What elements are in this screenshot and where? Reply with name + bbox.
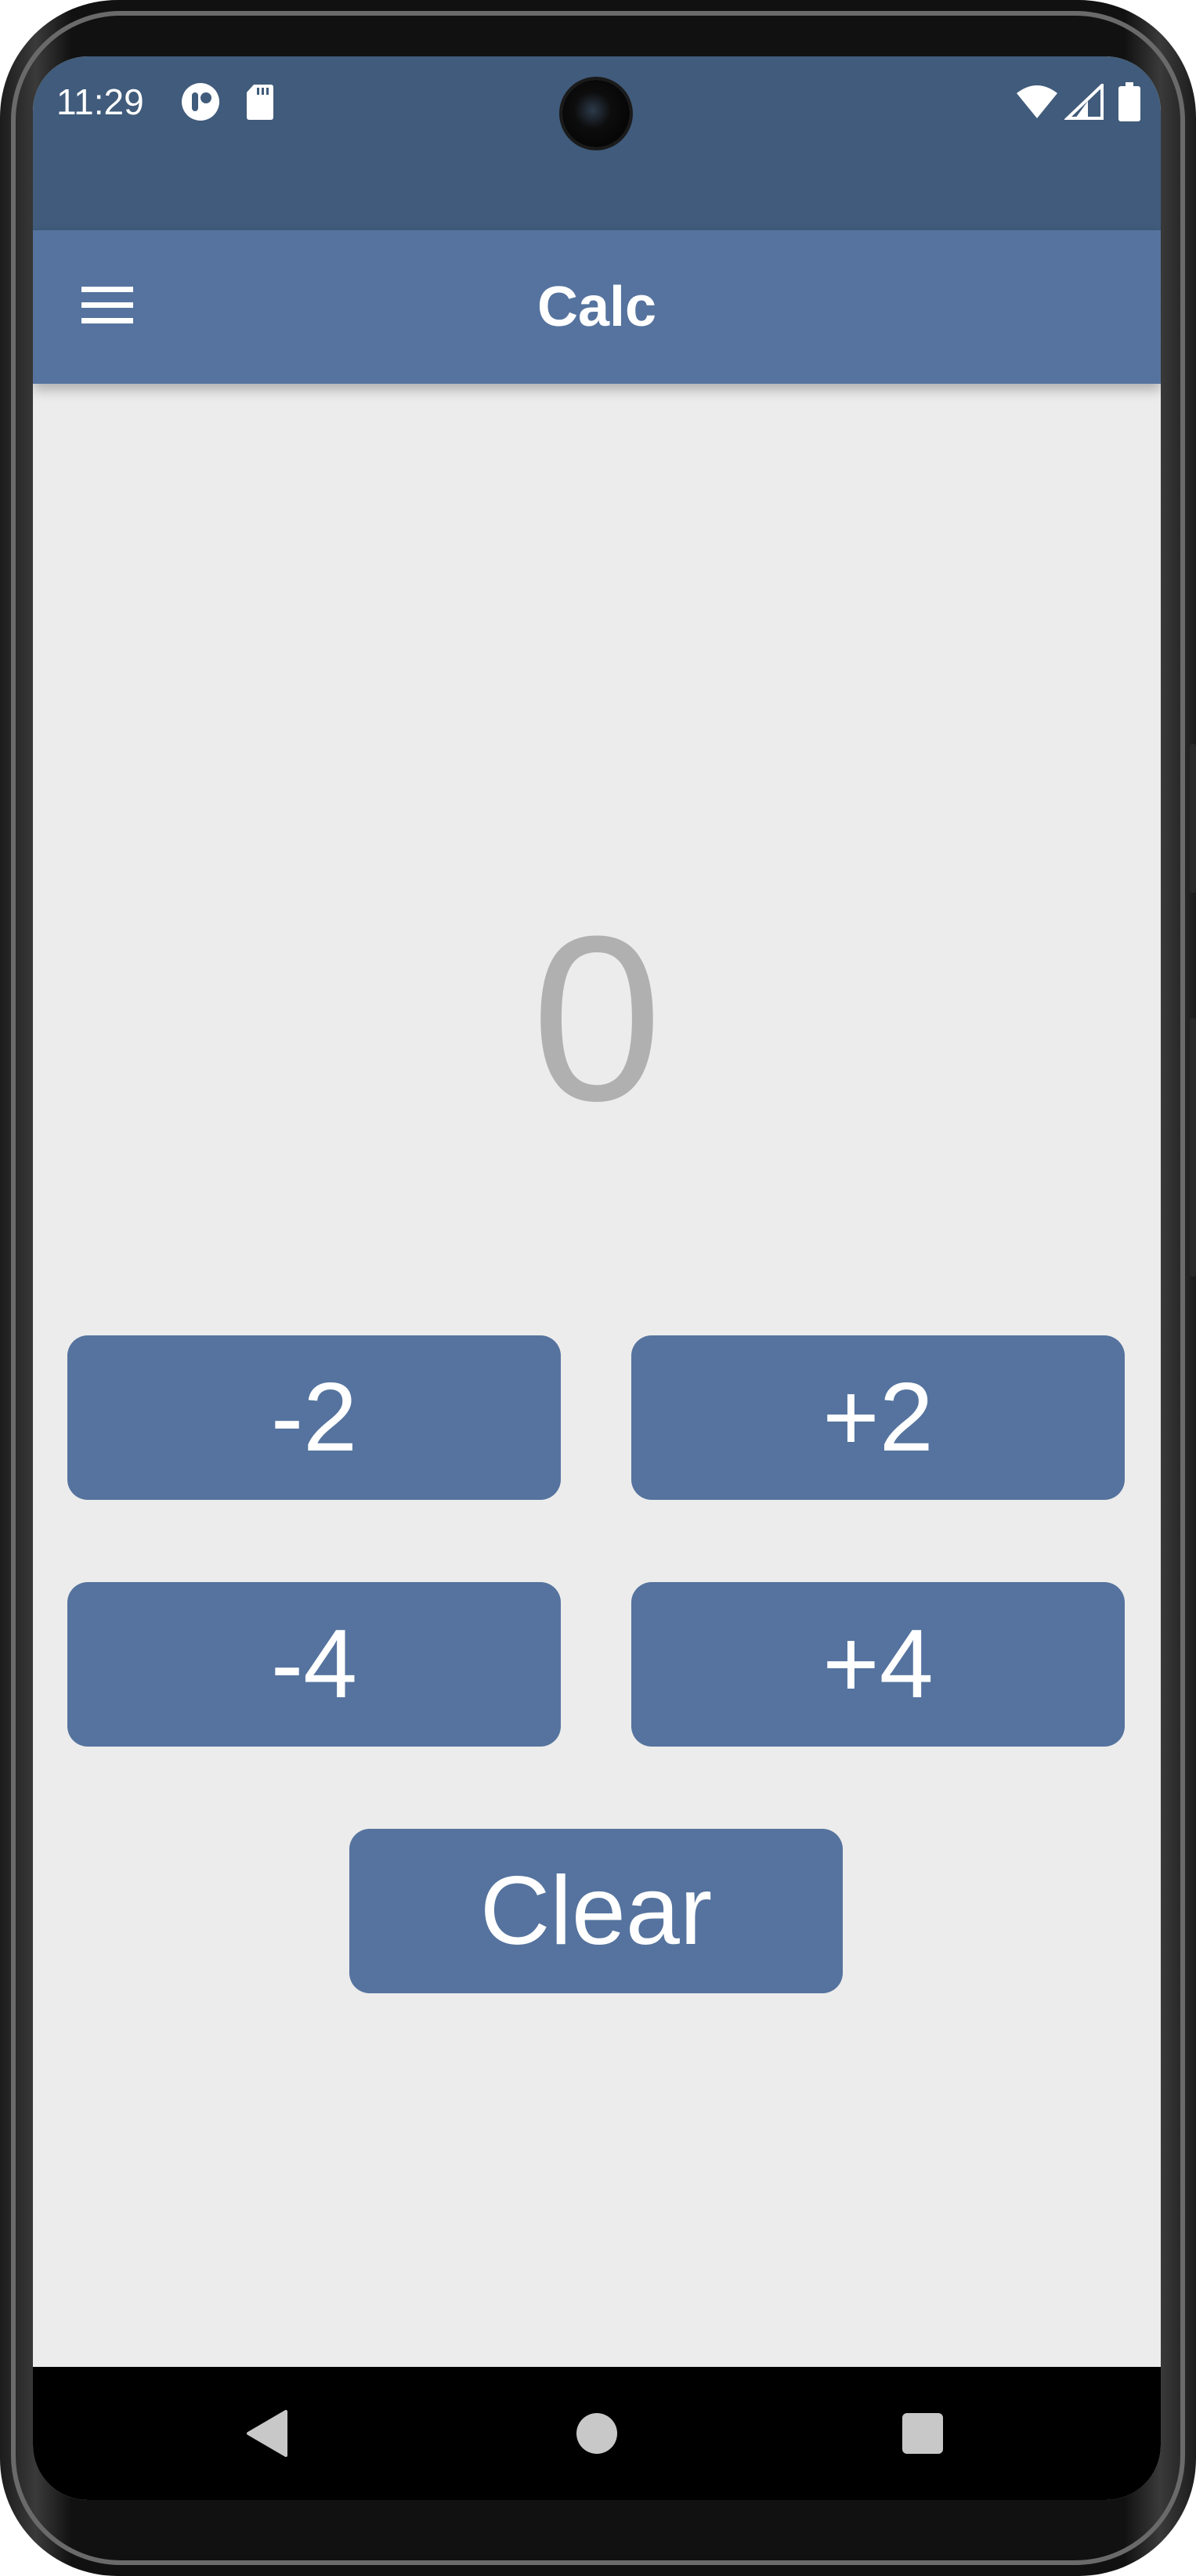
status-bar: 11:29 bbox=[33, 56, 1161, 230]
battery-icon bbox=[1114, 72, 1145, 132]
power-button bbox=[1190, 744, 1196, 893]
status-time: 11:29 bbox=[56, 81, 144, 122]
page-title: Calc bbox=[537, 276, 657, 338]
clear-button[interactable]: Clear bbox=[349, 1829, 843, 1993]
recents-icon[interactable] bbox=[868, 2367, 977, 2500]
minus-2-button[interactable]: -2 bbox=[67, 1335, 561, 1500]
front-camera bbox=[562, 80, 630, 147]
minus-4-button[interactable]: -4 bbox=[67, 1582, 561, 1747]
result-display: 0 bbox=[531, 887, 663, 1150]
calculator-content: 0 -2 +2 -4 +4 Clear bbox=[33, 384, 1161, 2367]
assistant-icon bbox=[179, 72, 222, 132]
plus-2-button[interactable]: +2 bbox=[631, 1335, 1125, 1500]
screen: 11:29 Calc 0 -2 +2 -4 +4 Clear bbox=[33, 56, 1161, 2500]
home-icon[interactable] bbox=[542, 2367, 652, 2500]
phone-frame: 11:29 Calc 0 -2 +2 -4 +4 Clear bbox=[0, 0, 1196, 2576]
volume-button bbox=[1190, 1018, 1196, 1277]
back-icon[interactable] bbox=[212, 2367, 322, 2500]
wifi-icon bbox=[1014, 72, 1061, 132]
sd-card-icon bbox=[243, 72, 277, 132]
signal-icon bbox=[1062, 72, 1106, 132]
navigation-bar bbox=[33, 2367, 1161, 2500]
plus-4-button[interactable]: +4 bbox=[631, 1582, 1125, 1747]
app-bar: Calc bbox=[33, 230, 1161, 384]
